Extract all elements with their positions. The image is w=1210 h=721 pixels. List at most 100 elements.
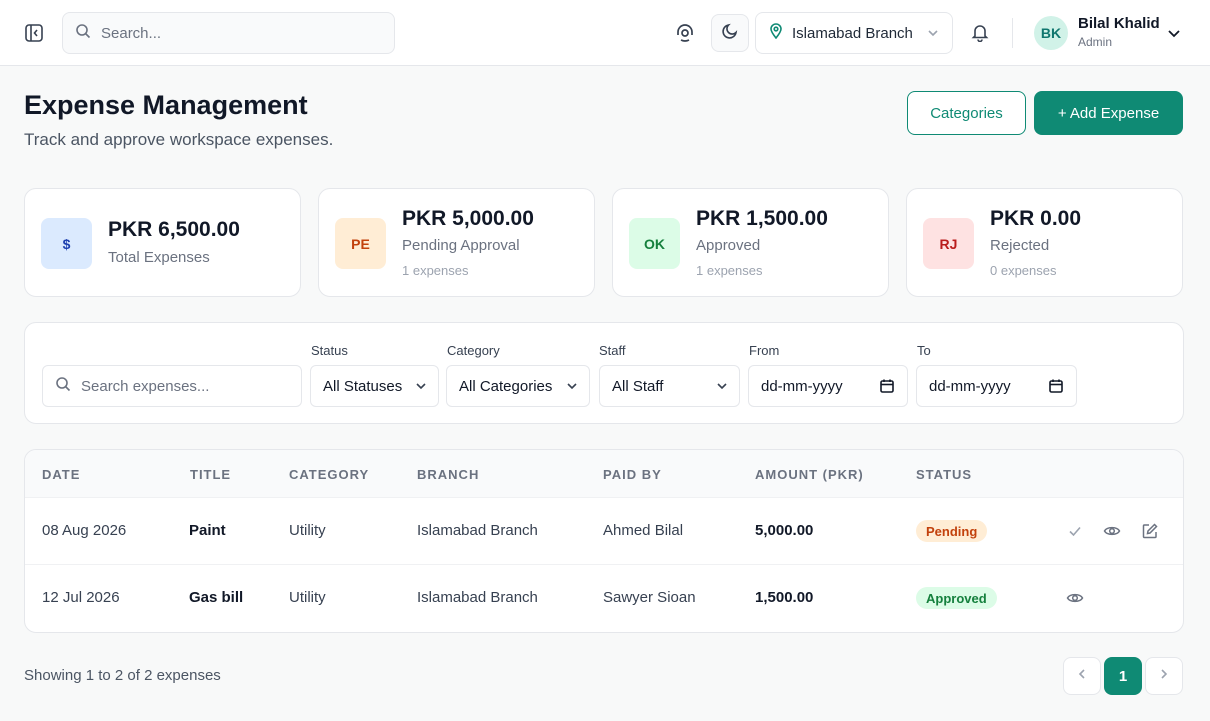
chevron-down-icon xyxy=(565,379,579,397)
search-icon xyxy=(55,376,71,396)
calendar-icon[interactable] xyxy=(879,378,895,398)
filter-panel: Search expenses... Status All Statuses C… xyxy=(24,322,1184,424)
dark-mode-toggle[interactable] xyxy=(711,14,749,52)
stat-count: 0 expenses xyxy=(990,263,1057,278)
expense-search-input[interactable]: Search expenses... xyxy=(42,365,302,407)
branch-selector[interactable]: Islamabad Branch xyxy=(755,12,953,54)
status-filter-label: Status xyxy=(311,343,348,358)
dollar-icon: $ xyxy=(41,218,92,269)
chevron-left-icon xyxy=(1075,667,1089,685)
pending-icon: PE xyxy=(335,218,386,269)
add-expense-button[interactable]: + Add Expense xyxy=(1034,91,1183,135)
staff-filter-value: All Staff xyxy=(612,377,664,395)
category-filter-select[interactable]: All Categories xyxy=(446,365,590,407)
stat-label: Approved xyxy=(696,237,761,254)
status-filter-select[interactable]: All Statuses xyxy=(310,365,439,407)
header-divider xyxy=(1012,18,1013,48)
location-pin-icon xyxy=(768,22,784,44)
from-date-input[interactable]: dd-mm-yyyy xyxy=(748,365,908,407)
cell-amount: 1,500.00 xyxy=(755,589,814,606)
staff-filter-select[interactable]: All Staff xyxy=(599,365,740,407)
view-eye-icon[interactable] xyxy=(1065,588,1085,608)
stat-count: 1 expenses xyxy=(402,263,469,278)
next-page-button[interactable] xyxy=(1145,657,1183,695)
approve-check-icon[interactable] xyxy=(1065,521,1085,541)
status-filter-value: All Statuses xyxy=(323,377,403,395)
category-filter-label: Category xyxy=(447,343,500,358)
stat-label: Rejected xyxy=(990,237,1050,254)
column-header-branch[interactable]: BRANCH xyxy=(417,467,479,482)
expenses-table: DATE TITLE CATEGORY BRANCH PAID BY AMOUN… xyxy=(24,449,1184,633)
column-header-date[interactable]: DATE xyxy=(42,467,80,482)
stat-amount: PKR 6,500.00 xyxy=(108,218,240,241)
calendar-icon[interactable] xyxy=(1048,378,1064,398)
cell-date: 12 Jul 2026 xyxy=(42,589,120,606)
stat-card-rejected: RJ PKR 0.00 Rejected 0 expenses xyxy=(906,188,1183,297)
table-header: DATE TITLE CATEGORY BRANCH PAID BY AMOUN… xyxy=(25,450,1183,498)
stat-card-total: $ PKR 6,500.00 Total Expenses xyxy=(24,188,301,297)
edit-pencil-icon[interactable] xyxy=(1140,521,1160,541)
page-number-button[interactable]: 1 xyxy=(1104,657,1142,695)
global-search-input[interactable]: Search... xyxy=(62,12,395,54)
stat-amount: PKR 1,500.00 xyxy=(696,207,828,230)
page-title: Expense Management xyxy=(24,90,308,120)
cell-title: Gas bill xyxy=(189,589,244,606)
column-header-status[interactable]: STATUS xyxy=(916,467,972,482)
column-header-amount[interactable]: AMOUNT (PKR) xyxy=(755,467,864,482)
table-row: 12 Jul 2026 Gas bill Utility Islamabad B… xyxy=(25,565,1183,632)
stat-count: 1 expenses xyxy=(696,263,763,278)
chevron-right-icon xyxy=(1157,667,1171,685)
cell-date: 08 Aug 2026 xyxy=(42,522,127,539)
sidebar-toggle-icon[interactable] xyxy=(20,19,48,47)
table-row: 08 Aug 2026 Paint Utility Islamabad Bran… xyxy=(25,498,1183,565)
moon-icon xyxy=(721,22,739,45)
staff-filter-label: Staff xyxy=(599,343,626,358)
notifications-bell-icon[interactable] xyxy=(964,16,996,48)
user-menu-chevron-icon[interactable] xyxy=(1166,25,1182,41)
cell-category: Utility xyxy=(289,589,326,606)
stat-card-approved: OK PKR 1,500.00 Approved 1 expenses xyxy=(612,188,889,297)
chevron-down-icon xyxy=(926,26,940,45)
pagination-summary: Showing 1 to 2 of 2 expenses xyxy=(24,667,221,684)
support-icon[interactable] xyxy=(668,16,702,50)
expense-search-placeholder: Search expenses... xyxy=(81,377,210,395)
status-badge: Approved xyxy=(916,587,997,609)
cell-branch: Islamabad Branch xyxy=(417,522,538,539)
to-date-label: To xyxy=(917,343,931,358)
stat-label: Pending Approval xyxy=(402,237,520,254)
to-date-input[interactable]: dd-mm-yyyy xyxy=(916,365,1077,407)
stat-label: Total Expenses xyxy=(108,249,210,266)
column-header-category[interactable]: CATEGORY xyxy=(289,467,369,482)
stat-amount: PKR 5,000.00 xyxy=(402,207,534,230)
approved-icon: OK xyxy=(629,218,680,269)
previous-page-button[interactable] xyxy=(1063,657,1101,695)
view-eye-icon[interactable] xyxy=(1102,521,1122,541)
cell-title: Paint xyxy=(189,522,226,539)
rejected-icon: RJ xyxy=(923,218,974,269)
cell-branch: Islamabad Branch xyxy=(417,589,538,606)
column-header-paid-by[interactable]: PAID BY xyxy=(603,467,662,482)
avatar[interactable]: BK xyxy=(1034,16,1068,50)
cell-paid-by: Sawyer Sioan xyxy=(603,589,696,606)
user-role: Admin xyxy=(1078,35,1113,49)
from-date-label: From xyxy=(749,343,780,358)
from-date-value: dd-mm-yyyy xyxy=(761,377,843,395)
cell-paid-by: Ahmed Bilal xyxy=(603,522,684,539)
global-search-placeholder: Search... xyxy=(101,24,162,42)
chevron-down-icon xyxy=(715,379,729,397)
user-name[interactable]: Bilal Khalid xyxy=(1078,15,1160,32)
page-subtitle: Track and approve workspace expenses. xyxy=(24,130,334,149)
cell-amount: 5,000.00 xyxy=(755,522,814,539)
status-badge: Pending xyxy=(916,520,988,542)
stat-card-pending: PE PKR 5,000.00 Pending Approval 1 expen… xyxy=(318,188,595,297)
stat-amount: PKR 0.00 xyxy=(990,207,1082,230)
to-date-value: dd-mm-yyyy xyxy=(929,377,1011,395)
column-header-title[interactable]: TITLE xyxy=(190,467,231,482)
chevron-down-icon xyxy=(414,379,428,397)
top-bar: Search... Islamabad Branch BK Bilal Khal… xyxy=(0,0,1210,66)
categories-button[interactable]: Categories xyxy=(907,91,1026,135)
category-filter-value: All Categories xyxy=(459,377,553,395)
cell-category: Utility xyxy=(289,522,326,539)
branch-label: Islamabad Branch xyxy=(792,24,913,42)
search-icon xyxy=(75,23,91,44)
